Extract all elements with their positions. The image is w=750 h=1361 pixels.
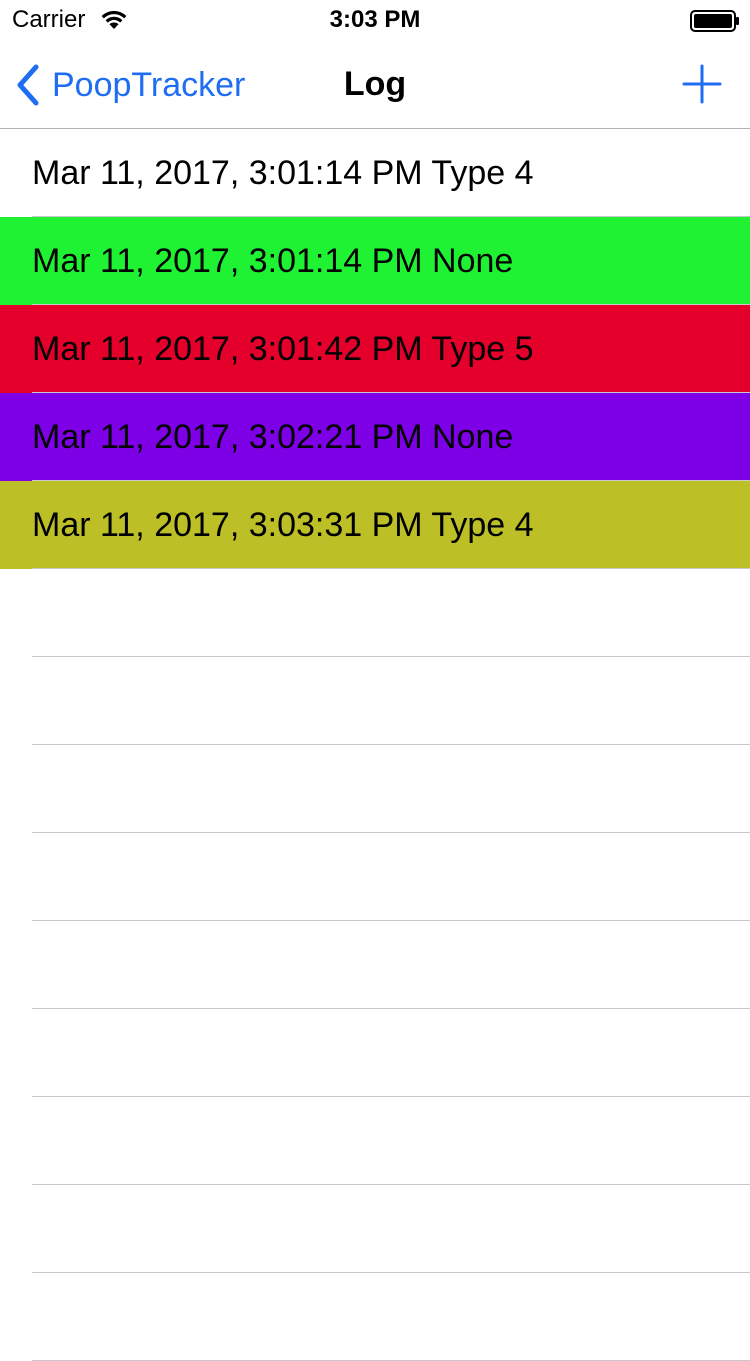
page-title: Log <box>343 65 407 103</box>
battery-icon <box>690 10 739 32</box>
row-label: Mar 11, 2017, 3:02:21 PM None <box>32 418 514 456</box>
status-bar: Carrier 3:03 PM <box>0 0 750 40</box>
table-row[interactable]: Mar 11, 2017, 3:01:14 PM Type 4 <box>0 129 750 217</box>
navigation-bar: PoopTracker Log <box>0 40 750 129</box>
table-row[interactable]: Mar 11, 2017, 3:01:42 PM Type 5 <box>0 305 750 393</box>
plus-icon[interactable] <box>680 62 724 106</box>
table-row[interactable] <box>0 1009 750 1097</box>
table-row[interactable] <box>0 921 750 1009</box>
table-row[interactable] <box>0 745 750 833</box>
table-row[interactable] <box>0 569 750 657</box>
table-row[interactable] <box>0 1273 750 1361</box>
status-time: 3:03 PM <box>329 6 421 33</box>
table-row[interactable]: Mar 11, 2017, 3:02:21 PM None <box>0 393 750 481</box>
row-label: Mar 11, 2017, 3:03:31 PM Type 4 <box>32 506 534 544</box>
table-row[interactable]: Mar 11, 2017, 3:03:31 PM Type 4 <box>0 481 750 569</box>
table-row[interactable] <box>0 1097 750 1185</box>
row-label: Mar 11, 2017, 3:01:14 PM Type 4 <box>32 154 534 192</box>
table-row[interactable] <box>0 833 750 921</box>
row-label: Mar 11, 2017, 3:01:42 PM Type 5 <box>32 330 534 368</box>
table-row[interactable] <box>0 1185 750 1273</box>
table-row[interactable]: Mar 11, 2017, 3:01:14 PM None <box>0 217 750 305</box>
table-row[interactable] <box>0 657 750 745</box>
log-table: Mar 11, 2017, 3:01:14 PM Type 4 Mar 11, 2… <box>0 129 750 1361</box>
row-label: Mar 11, 2017, 3:01:14 PM None <box>32 242 514 280</box>
